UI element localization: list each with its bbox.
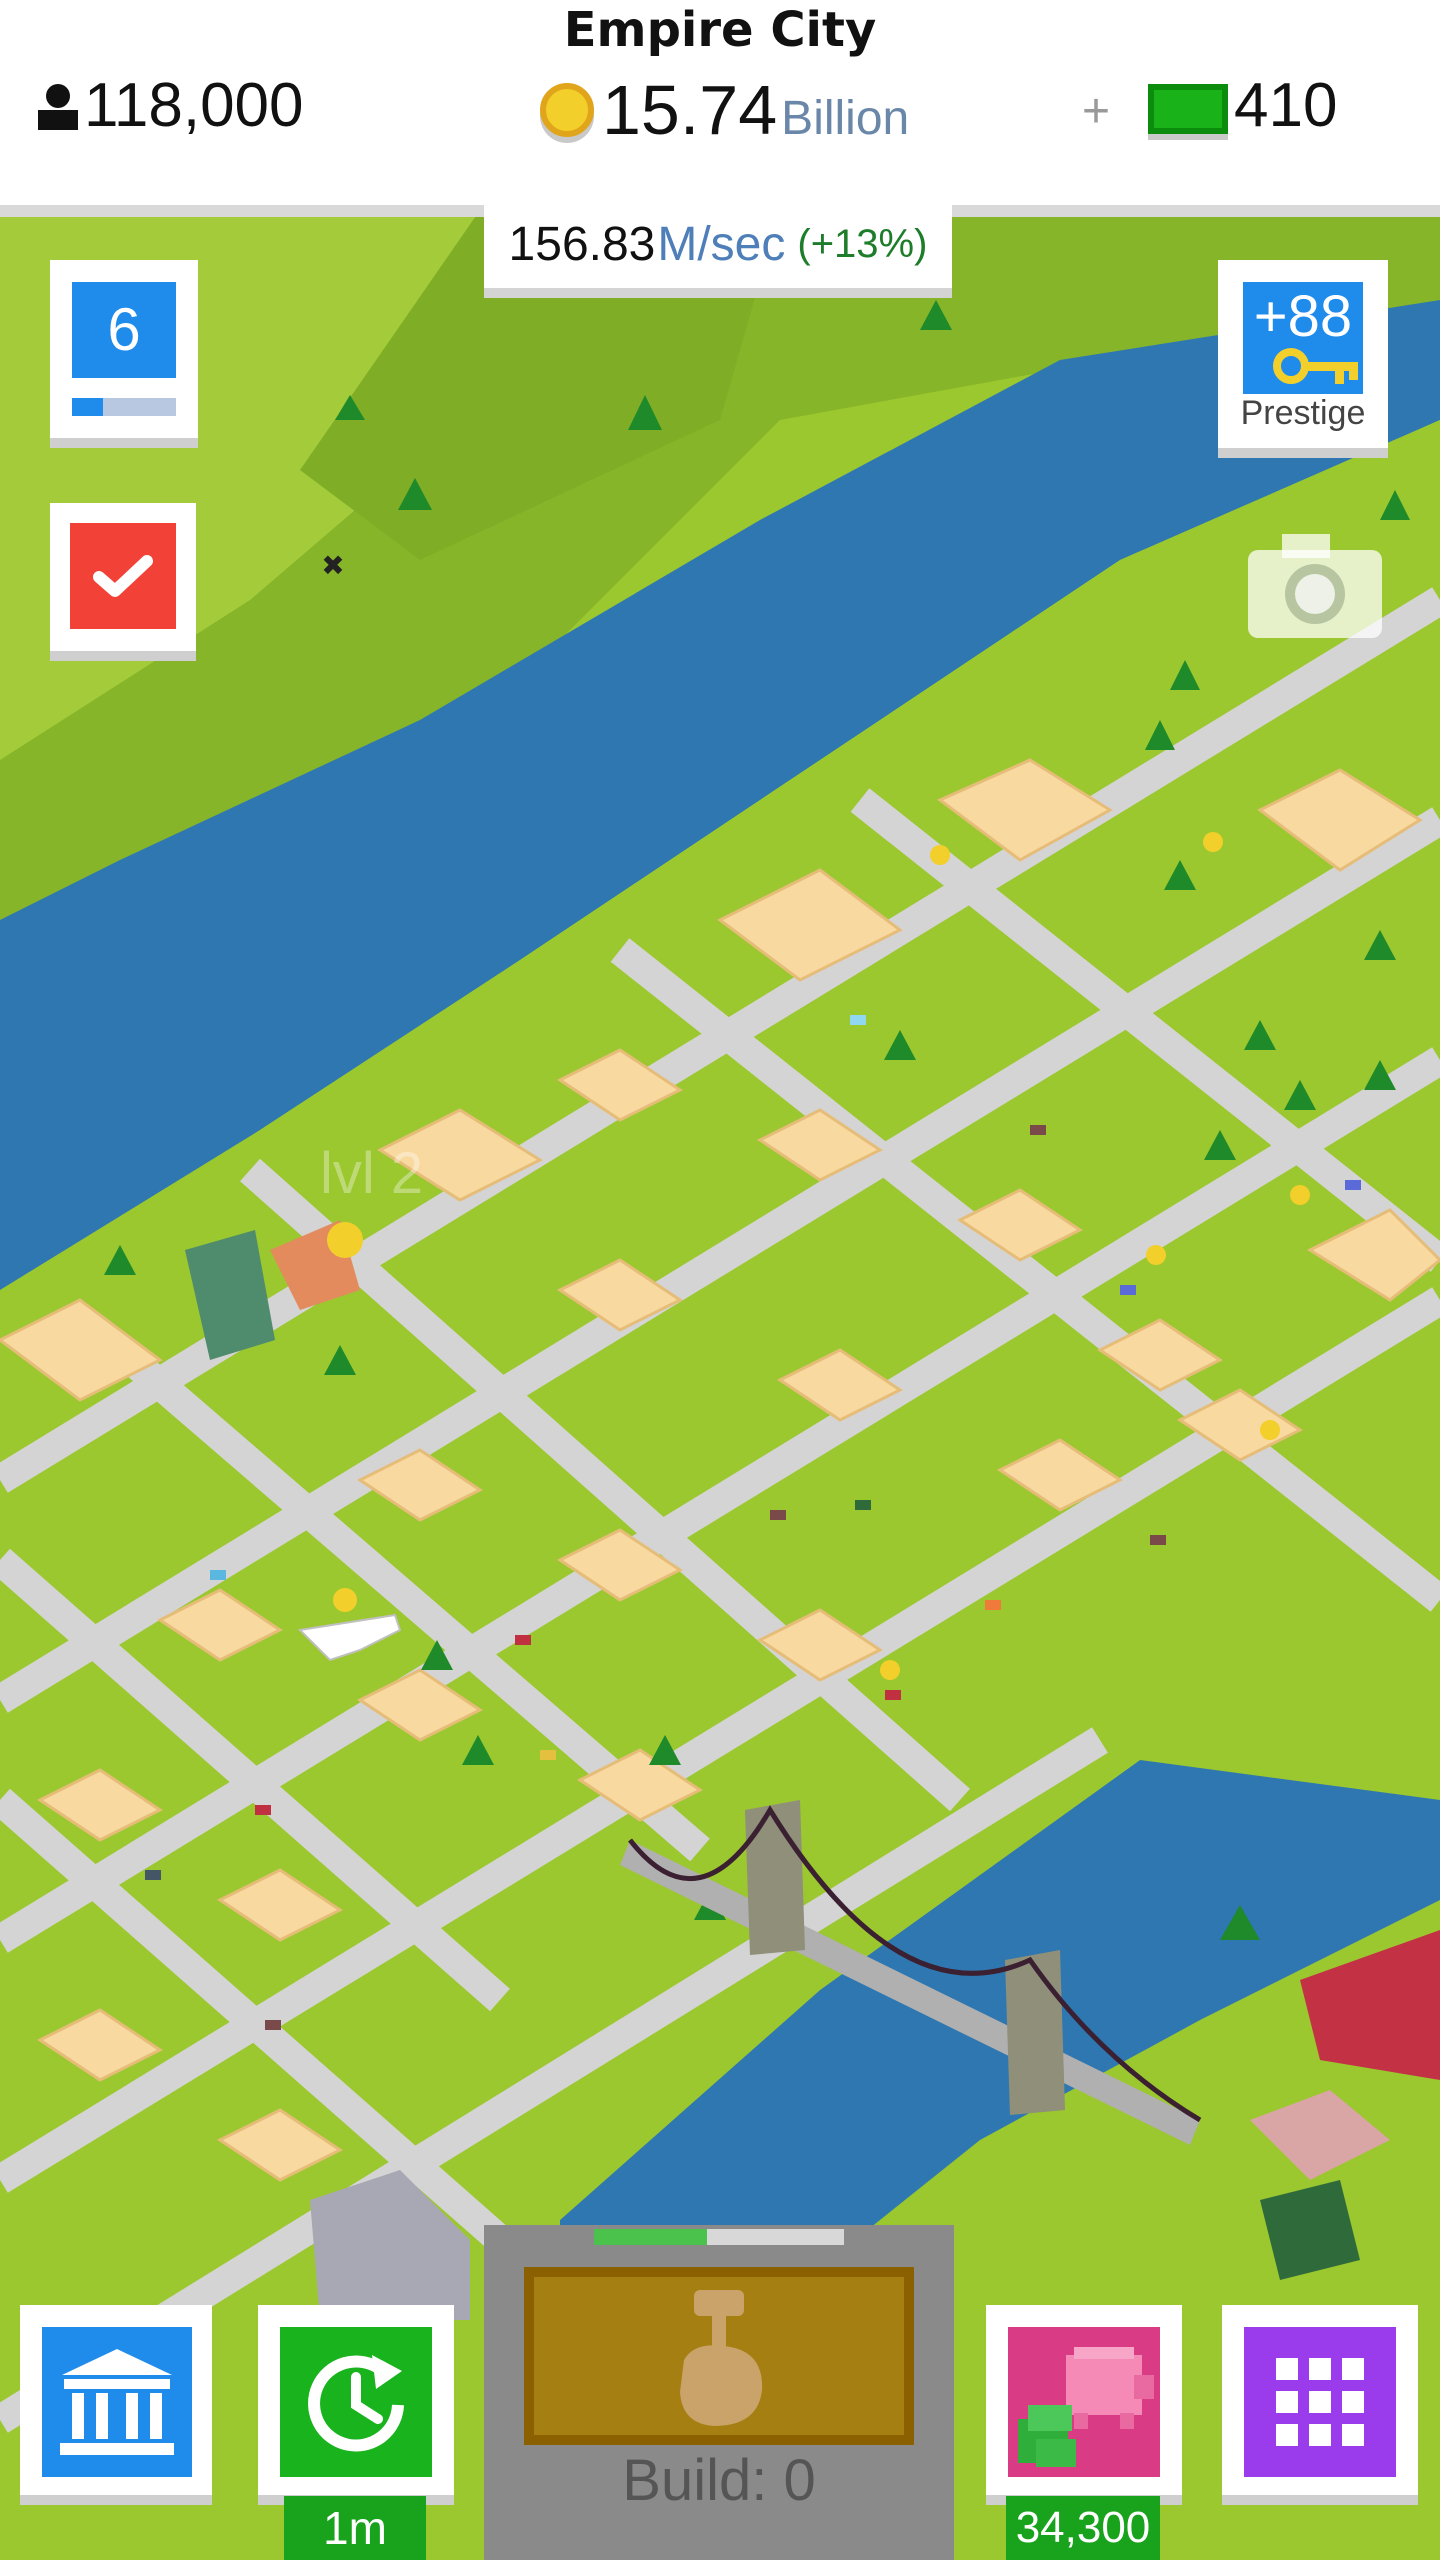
hammer-hand-icon — [680, 2290, 763, 2426]
grid-icon — [1276, 2358, 1364, 2446]
clock-refresh-icon — [308, 2355, 404, 2452]
check-icon — [93, 555, 153, 597]
piggy-bank-icon — [1018, 2347, 1154, 2467]
prestige-label: Prestige — [1240, 394, 1366, 432]
coins-unit: Billion — [781, 91, 910, 145]
income-bonus: (+13%) — [797, 221, 928, 266]
population-stat: 118,000 — [36, 70, 304, 141]
prestige-value: +88 — [1243, 282, 1363, 394]
income-unit: M/sec — [657, 217, 786, 271]
piggy-bank-label: 34,300 — [1006, 2496, 1160, 2560]
prestige-button[interactable]: +88 Prestige — [1218, 260, 1388, 448]
build-button[interactable]: Build: 0 — [484, 2225, 954, 2560]
gems-value: 410 — [1234, 71, 1338, 140]
level-progress-fill — [72, 398, 104, 416]
level-progress-bar — [72, 398, 176, 416]
tasks-button[interactable] — [50, 503, 196, 651]
city-name: Empire City — [563, 2, 877, 58]
svg-text:✖: ✖ — [321, 549, 344, 582]
time-warp-button-face — [280, 2327, 432, 2477]
menu-button-face — [1244, 2327, 1396, 2477]
camera-icon[interactable] — [1248, 528, 1382, 638]
museum-button[interactable] — [20, 2305, 212, 2495]
plot-level-label: lvl 2 — [320, 1141, 424, 1206]
coins-value: 15.74 — [602, 71, 778, 149]
build-progress-fill — [594, 2229, 707, 2245]
income-value: 156.83 — [508, 217, 656, 271]
time-warp-label: 1m — [284, 2496, 426, 2560]
level-button[interactable]: 6 — [50, 260, 198, 438]
income-rate: 156.83 M/sec (+13%) — [484, 200, 952, 298]
piggy-bank-button-face — [1008, 2327, 1160, 2477]
top-bar: Empire City 118,000 15.74 Billion + 410 — [0, 0, 1440, 217]
build-label: Build: 0 — [622, 2448, 816, 2513]
level-number: 6 — [72, 282, 176, 378]
gem-icon[interactable] — [1148, 84, 1228, 134]
museum-icon — [60, 2349, 174, 2455]
population-value: 118,000 — [84, 71, 304, 140]
buy-gems-plus[interactable]: + — [1082, 84, 1110, 139]
key-icon — [1273, 348, 1358, 384]
build-progress-bar — [594, 2229, 844, 2245]
museum-button-face — [42, 2327, 192, 2477]
coin-icon — [540, 83, 594, 137]
time-warp-button[interactable] — [258, 2305, 454, 2495]
coins-stat: 15.74 Billion — [540, 70, 909, 150]
tasks-button-face — [70, 523, 176, 629]
menu-button[interactable] — [1222, 2305, 1418, 2495]
piggy-bank-button[interactable] — [986, 2305, 1182, 2495]
prestige-value-text: +88 — [1253, 284, 1353, 349]
person-icon — [38, 83, 78, 130]
